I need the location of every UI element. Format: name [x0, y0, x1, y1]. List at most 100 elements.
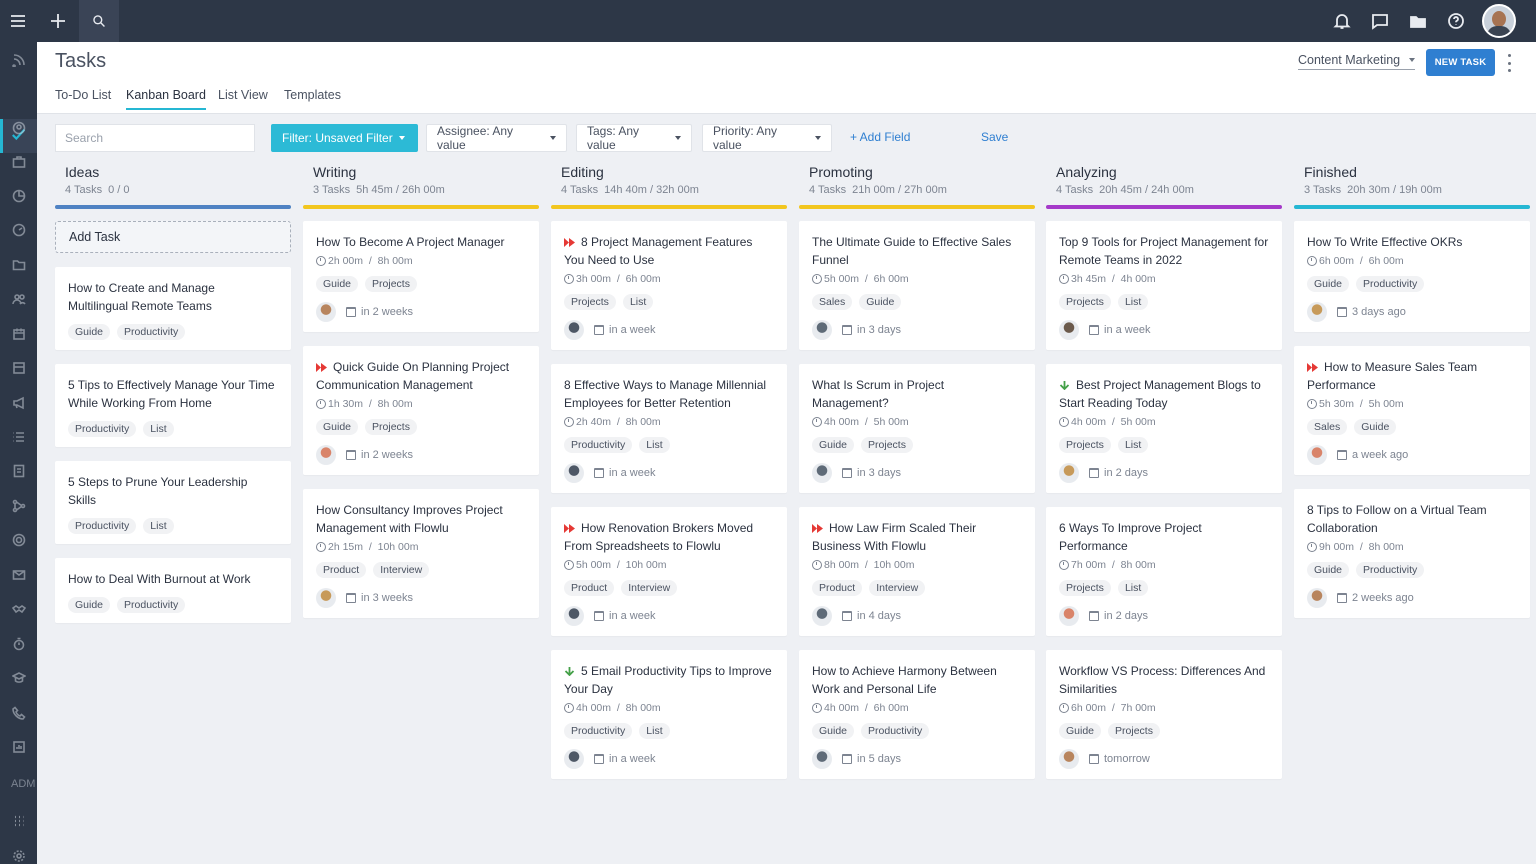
tag-chip[interactable]: Product	[564, 580, 615, 596]
tag-chip[interactable]: Guide	[812, 437, 855, 453]
add-field-link[interactable]: + Add Field	[850, 130, 910, 144]
priority-filter[interactable]: Priority: Any value	[702, 124, 832, 152]
assignee-filter[interactable]: Assignee: Any value	[426, 124, 567, 152]
tag-chip[interactable]: Productivity	[1356, 276, 1425, 292]
tag-chip[interactable]: Productivity	[68, 518, 137, 534]
plus-icon[interactable]	[48, 11, 68, 31]
pie-icon[interactable]	[10, 187, 27, 204]
task-card[interactable]: Quick Guide On Planning Project Communic…	[303, 346, 539, 475]
feed-icon[interactable]	[10, 51, 27, 68]
tag-chip[interactable]: Projects	[365, 419, 417, 435]
assignee-avatar[interactable]	[812, 463, 832, 483]
tag-chip[interactable]: Interview	[869, 580, 926, 596]
menu-icon[interactable]	[8, 11, 28, 31]
phone-icon[interactable]	[10, 704, 27, 721]
megaphone-icon[interactable]	[10, 394, 27, 411]
search-input[interactable]	[55, 124, 255, 152]
add-task-button[interactable]: Add Task	[55, 221, 291, 253]
task-card[interactable]: 5 Email Productivity Tips to Improve You…	[551, 650, 787, 779]
assignee-avatar[interactable]	[564, 320, 584, 340]
user-avatar[interactable]	[1482, 4, 1516, 38]
task-card[interactable]: 8 Effective Ways to Manage Millennial Em…	[551, 364, 787, 493]
tab-todo-list[interactable]: To-Do List	[55, 88, 111, 108]
tag-chip[interactable]: List	[143, 518, 174, 534]
chat-icon[interactable]	[1370, 11, 1390, 31]
tag-chip[interactable]: Sales	[1307, 419, 1348, 435]
tag-chip[interactable]: List	[1117, 294, 1149, 310]
search-icon[interactable]	[89, 11, 109, 31]
apps-grid-icon[interactable]	[10, 812, 27, 829]
tag-chip[interactable]: Productivity	[564, 437, 633, 453]
tag-chip[interactable]: Interview	[621, 580, 678, 596]
tag-chip[interactable]: Productivity	[1356, 562, 1425, 578]
tag-chip[interactable]: Product	[812, 580, 863, 596]
assignee-avatar[interactable]	[812, 749, 832, 769]
assignee-avatar[interactable]	[564, 606, 584, 626]
tag-chip[interactable]: Product	[316, 562, 367, 578]
assignee-avatar[interactable]	[1059, 606, 1079, 626]
tag-chip[interactable]: Productivity	[117, 597, 186, 613]
tag-chip[interactable]: Guide	[1307, 276, 1350, 292]
tag-chip[interactable]: Guide	[68, 597, 111, 613]
task-card[interactable]: How To Become A Project Manager 2h 00m / …	[303, 221, 539, 332]
tab-list-view[interactable]: List View	[218, 88, 268, 108]
tag-chip[interactable]: Projects	[1059, 437, 1111, 453]
calendar-icon[interactable]	[10, 325, 27, 342]
filter-dropdown[interactable]: Filter: Unsaved Filter	[271, 124, 418, 152]
tag-chip[interactable]: Guide	[1354, 419, 1397, 435]
help-icon[interactable]	[1446, 11, 1466, 31]
assignee-avatar[interactable]	[1307, 302, 1327, 322]
task-card[interactable]: How To Write Effective OKRs 6h 00m / 6h 0…	[1294, 221, 1530, 332]
tag-chip[interactable]: Productivity	[68, 421, 137, 437]
tag-chip[interactable]: Guide	[316, 276, 359, 292]
tag-chip[interactable]: Guide	[316, 419, 359, 435]
save-filter-link[interactable]: Save	[981, 130, 1008, 144]
task-card[interactable]: 5 Steps to Prune Your Leadership Skills P…	[55, 461, 291, 544]
assignee-avatar[interactable]	[564, 749, 584, 769]
target-icon[interactable]	[10, 531, 27, 548]
briefcase-icon[interactable]	[10, 153, 27, 170]
tags-filter[interactable]: Tags: Any value	[576, 124, 692, 152]
tag-chip[interactable]: Projects	[365, 276, 417, 292]
tag-chip[interactable]: Interview	[373, 562, 430, 578]
tag-chip[interactable]: Projects	[1059, 580, 1111, 596]
tag-chip[interactable]: List	[639, 723, 670, 739]
document-icon[interactable]	[10, 462, 27, 479]
tag-chip[interactable]: Guide	[859, 294, 902, 310]
tag-chip[interactable]: Projects	[1108, 723, 1160, 739]
assignee-avatar[interactable]	[1307, 445, 1327, 465]
tag-chip[interactable]: Guide	[812, 723, 855, 739]
tag-chip[interactable]: Productivity	[564, 723, 633, 739]
tag-chip[interactable]: List	[1117, 437, 1149, 453]
task-card[interactable]: How Law Firm Scaled Their Business With …	[799, 507, 1035, 636]
tag-chip[interactable]: List	[1117, 580, 1149, 596]
workflow-icon[interactable]	[10, 497, 27, 514]
team-icon[interactable]	[10, 290, 27, 307]
assignee-avatar[interactable]	[812, 320, 832, 340]
assignee-avatar[interactable]	[1059, 749, 1079, 769]
tag-chip[interactable]: Productivity	[117, 324, 186, 340]
tab-kanban-board[interactable]: Kanban Board	[126, 88, 206, 110]
task-card[interactable]: How to Create and Manage Multilingual Re…	[55, 267, 291, 350]
gauge-icon[interactable]	[10, 221, 27, 238]
bell-icon[interactable]	[1332, 11, 1352, 31]
task-card[interactable]: How to Achieve Harmony Between Work and …	[799, 650, 1035, 779]
tag-chip[interactable]: List	[639, 437, 670, 453]
new-task-button[interactable]: NEW TASK	[1426, 49, 1495, 76]
settings-icon[interactable]	[10, 847, 27, 864]
task-card[interactable]: How Renovation Brokers Moved From Spread…	[551, 507, 787, 636]
task-card[interactable]: How to Deal With Burnout at Work Guide Pro…	[55, 558, 291, 623]
timer-icon[interactable]	[10, 635, 27, 652]
assignee-avatar[interactable]	[812, 606, 832, 626]
assignee-avatar[interactable]	[1059, 463, 1079, 483]
task-card[interactable]: How Consultancy Improves Project Managem…	[303, 489, 539, 618]
assignee-avatar[interactable]	[316, 302, 336, 322]
tag-chip[interactable]: Projects	[564, 294, 616, 310]
tab-templates[interactable]: Templates	[284, 88, 341, 108]
task-card[interactable]: 8 Tips to Follow on a Virtual Team Colla…	[1294, 489, 1530, 618]
archive-icon[interactable]	[10, 359, 27, 376]
report-icon[interactable]	[10, 738, 27, 755]
handshake-icon[interactable]	[10, 600, 27, 617]
tag-chip[interactable]: Projects	[1059, 294, 1111, 310]
search-area[interactable]	[79, 0, 119, 42]
